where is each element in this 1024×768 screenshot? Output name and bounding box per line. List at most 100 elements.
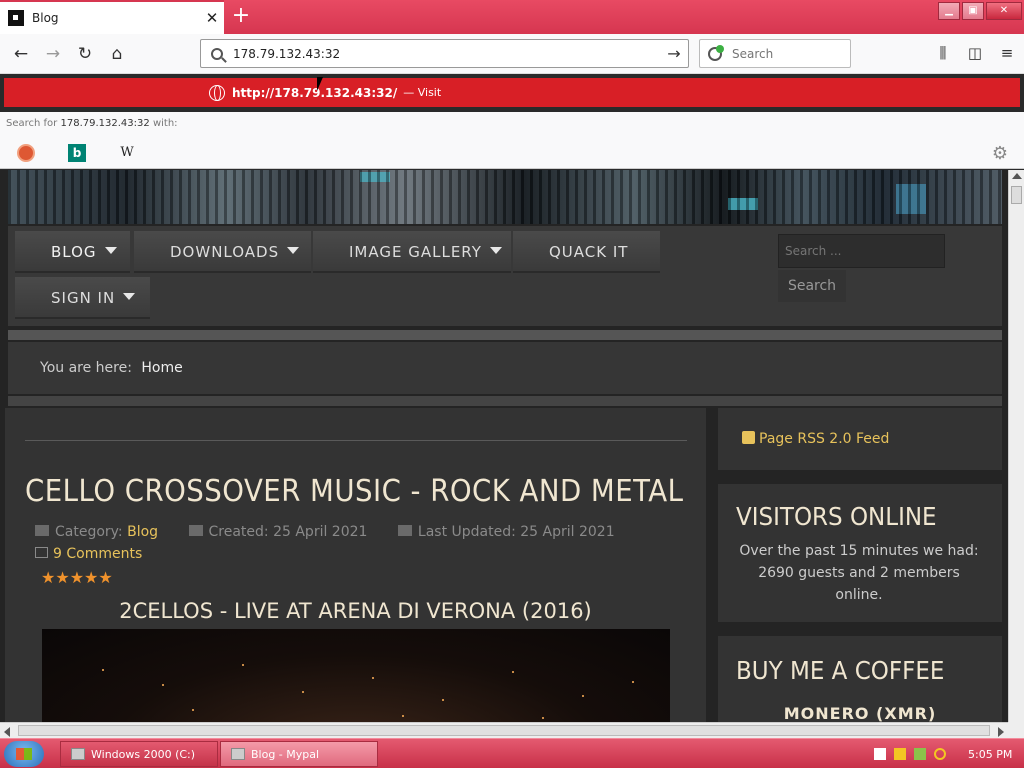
article: CELLO CROSSOVER MUSIC - ROCK AND METAL C…: [5, 408, 706, 722]
menu-label: SIGN IN: [51, 289, 116, 307]
navigation-toolbar: ← → ↻ ⌂ → ⫼ ◫ ≡: [0, 34, 1024, 74]
search-icon[interactable]: [934, 748, 946, 760]
taskbar-item-mypal[interactable]: Blog - Mypal: [220, 741, 378, 767]
menu-item-sign-in[interactable]: SIGN IN: [15, 277, 150, 319]
menu-label: QUACK IT: [549, 243, 629, 261]
created-date: Created: 25 April 2021: [208, 524, 368, 540]
menu-label: IMAGE GALLERY: [349, 243, 482, 261]
scroll-left-icon[interactable]: [4, 727, 10, 737]
updated-date: Last Updated: 25 April 2021: [417, 524, 615, 540]
gear-icon[interactable]: ⚙: [992, 143, 1008, 164]
menu-item-downloads[interactable]: DOWNLOADS: [134, 231, 311, 273]
divider: [8, 396, 1002, 406]
rating-stars[interactable]: ★★★★★: [41, 568, 113, 587]
site-navigation: BLOG DOWNLOADS IMAGE GALLERY QUACK IT SI…: [8, 226, 1002, 326]
menu-item-blog[interactable]: BLOG: [15, 231, 130, 273]
shield-icon[interactable]: [894, 748, 906, 760]
tab-close-button[interactable]: ✕: [200, 9, 224, 27]
minimize-button[interactable]: ▁: [938, 2, 960, 20]
home-icon[interactable]: ⌂: [104, 41, 130, 67]
site-banner-image: [8, 170, 1002, 224]
search-bar[interactable]: [699, 39, 851, 68]
menu-item-image-gallery[interactable]: IMAGE GALLERY: [313, 231, 511, 273]
caret-down-icon: [123, 293, 136, 300]
globe-icon: [209, 84, 225, 101]
visitors-text: Over the past 15 minutes we had: 2690 gu…: [739, 543, 979, 603]
article-subtitle: 2CELLOS - LIVE AT ARENA DI VERONA (2016): [119, 599, 592, 623]
forward-arrow-icon[interactable]: →: [40, 41, 66, 67]
video-player[interactable]: [42, 629, 670, 722]
search-with-term: 178.79.132.43:32: [60, 118, 150, 129]
calendar-icon: [397, 525, 412, 536]
duckduckgo-icon[interactable]: [17, 144, 35, 162]
search-engine-icon: [708, 44, 724, 61]
keyboard-icon[interactable]: [874, 748, 886, 760]
breadcrumb-prefix: You are here:: [40, 360, 132, 376]
calendar-icon: [188, 525, 203, 536]
scroll-right-icon[interactable]: [998, 727, 1004, 737]
new-tab-button[interactable]: +: [228, 4, 254, 30]
tab-blog[interactable]: Blog ✕: [0, 0, 224, 34]
scroll-thumb[interactable]: [1011, 186, 1022, 204]
search-with-suffix: with:: [152, 118, 178, 129]
back-arrow-icon[interactable]: ←: [8, 41, 34, 67]
scrollbar-corner: [1008, 722, 1024, 738]
divider: [25, 440, 687, 441]
coffee-title: BUY ME A COFFEE: [736, 656, 945, 685]
drive-icon: [71, 748, 85, 760]
rss-link[interactable]: Page RSS 2.0 Feed: [759, 431, 889, 447]
article-title[interactable]: CELLO CROSSOVER MUSIC - ROCK AND METAL: [25, 474, 683, 509]
start-button[interactable]: [4, 741, 44, 767]
buy-me-a-coffee-module: BUY ME A COFFEE MONERO (XMR): [718, 636, 1002, 722]
site-search-input[interactable]: [779, 235, 944, 267]
url-bar[interactable]: →: [200, 39, 689, 68]
suggestion-visit: — Visit: [403, 86, 442, 99]
comments: 9 Comments: [35, 546, 142, 562]
bing-icon[interactable]: b: [68, 144, 86, 162]
breadcrumb: You are here: Home: [8, 342, 1002, 394]
scroll-thumb[interactable]: [18, 725, 990, 736]
search-input[interactable]: [732, 46, 842, 61]
go-arrow-icon[interactable]: →: [660, 44, 688, 63]
site-search-box[interactable]: [778, 234, 945, 268]
search-with-row: Search for 178.79.132.43:32 with:: [0, 112, 1024, 138]
caret-down-icon: [287, 247, 300, 254]
category-label: Category:: [55, 524, 123, 540]
url-suggestion-row[interactable]: http://178.79.132.43:32/ — Visit: [4, 78, 1020, 107]
sidebar-icon[interactable]: ◫: [966, 43, 984, 63]
reload-icon[interactable]: ↻: [72, 41, 98, 67]
folder-icon: [35, 525, 49, 536]
browser-titlebar: Blog ✕ + ▁ ▣ ✕: [0, 0, 1024, 34]
scroll-up-icon[interactable]: [1012, 173, 1022, 179]
network-icon[interactable]: [914, 748, 926, 760]
category-link[interactable]: Blog: [127, 524, 158, 540]
menu-icon[interactable]: ≡: [998, 43, 1016, 63]
coffee-subtitle: MONERO (XMR): [783, 704, 937, 722]
url-input[interactable]: [233, 46, 660, 61]
menu-label: DOWNLOADS: [170, 243, 280, 261]
divider: [8, 330, 1002, 340]
comments-link[interactable]: 9 Comments: [53, 546, 142, 562]
site-favicon-icon: [8, 10, 24, 26]
rss-feed-module[interactable]: Page RSS 2.0 Feed: [718, 408, 1002, 470]
article-meta: Category: Blog Created: 25 April 2021 La…: [35, 524, 615, 540]
search-with-prefix: Search for: [6, 118, 58, 129]
tab-title: Blog: [32, 11, 59, 25]
menu-item-quack-it[interactable]: QUACK IT: [513, 231, 660, 273]
rss-icon: [742, 431, 755, 444]
window-close-button[interactable]: ✕: [986, 2, 1022, 20]
mouse-cursor-icon: [317, 77, 323, 91]
visitors-title: VISITORS ONLINE: [736, 502, 937, 531]
caret-down-icon: [104, 247, 117, 254]
maximize-button[interactable]: ▣: [962, 2, 984, 20]
menu-label: BLOG: [51, 243, 97, 261]
horizontal-scrollbar[interactable]: [0, 722, 1008, 738]
library-icon[interactable]: ⫼: [934, 43, 952, 63]
caret-down-icon: [489, 247, 502, 254]
site-search-button[interactable]: Search: [778, 270, 846, 302]
vertical-scrollbar[interactable]: [1008, 170, 1024, 722]
task-label: Windows 2000 (C:): [91, 748, 196, 761]
wikipedia-icon[interactable]: W: [118, 144, 136, 162]
taskbar-item-windows[interactable]: Windows 2000 (C:): [60, 741, 218, 767]
system-tray: 5:05 PM: [864, 739, 1024, 768]
